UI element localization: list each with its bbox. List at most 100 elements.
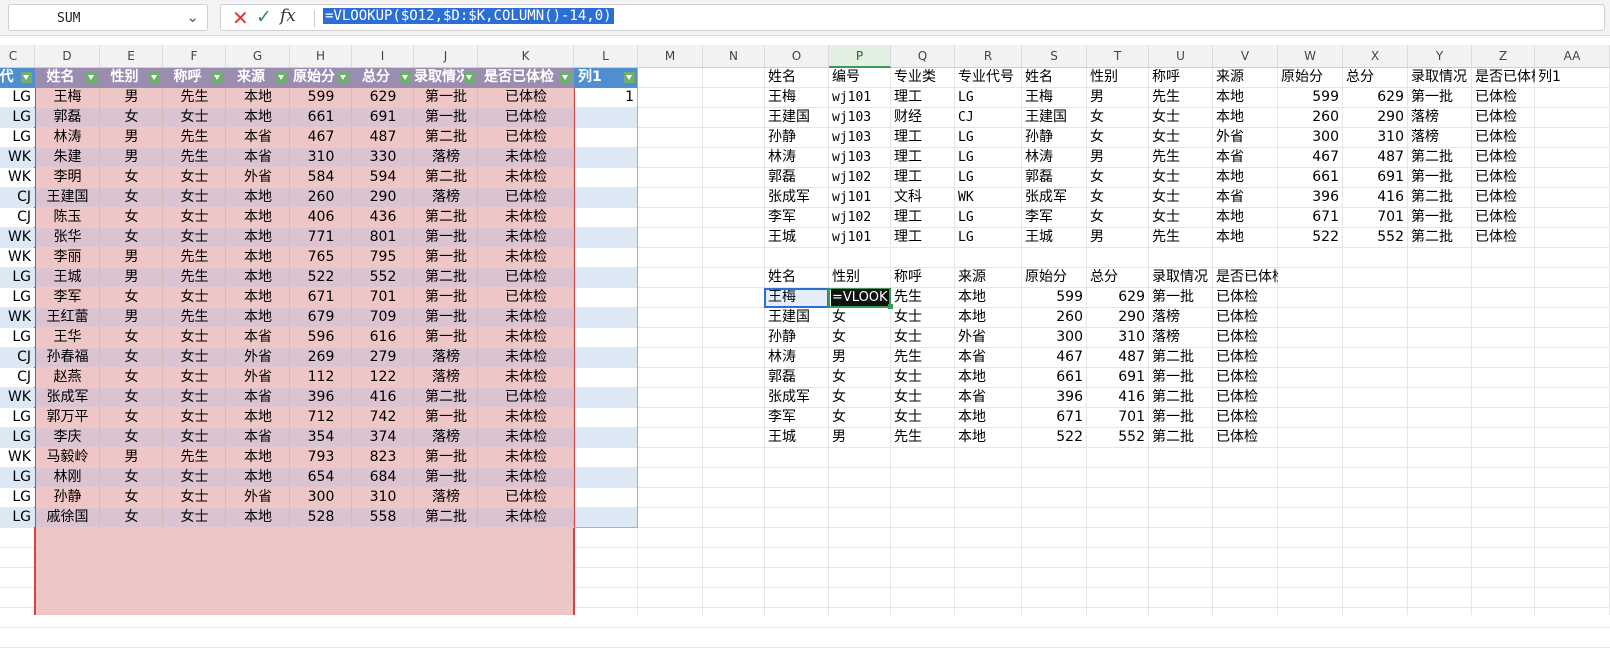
table1-cell[interactable]: 陈玉 — [35, 208, 100, 228]
table1-cell[interactable]: 已体检 — [478, 388, 574, 408]
table2-cell[interactable]: 男 — [1087, 148, 1149, 168]
table3-cell[interactable]: 本地 — [955, 368, 1022, 388]
table2-cell[interactable]: 已体检 — [1472, 188, 1535, 208]
table2-header-cell[interactable]: 来源 — [1213, 68, 1278, 88]
table3-cell[interactable]: 467 — [1022, 348, 1087, 368]
table3-cell[interactable]: 女 — [829, 368, 891, 388]
table1-cell[interactable]: 女士 — [163, 228, 226, 248]
filter-icon[interactable] — [276, 72, 287, 83]
table1-cell[interactable]: 第一批 — [414, 468, 478, 488]
column-header-q[interactable]: Q — [891, 45, 955, 68]
table2-cell[interactable]: 本地 — [1213, 168, 1278, 188]
table1-cell[interactable]: WK — [0, 228, 35, 248]
table2-cell[interactable]: LG — [955, 148, 1022, 168]
table2-cell[interactable]: 先生 — [1149, 148, 1213, 168]
table1-header-cell[interactable]: 列1 — [574, 68, 624, 88]
table2-cell[interactable]: 已体检 — [1472, 88, 1535, 108]
enter-icon[interactable]: ✓ — [256, 6, 272, 28]
table2-cell[interactable]: 郭磊 — [1022, 168, 1087, 188]
table3-cell[interactable]: 女 — [829, 408, 891, 428]
table1-cell[interactable]: LG — [0, 268, 35, 288]
table1-cell[interactable]: 第一批 — [414, 228, 478, 248]
table1-cell[interactable]: 本地 — [226, 188, 290, 208]
table1-cell[interactable]: 396 — [290, 388, 352, 408]
column-header-h[interactable]: H — [290, 45, 352, 68]
table2-header-cell[interactable]: 姓名 — [1022, 68, 1087, 88]
table2-cell[interactable]: 522 — [1278, 228, 1343, 248]
table2-cell[interactable]: 落榜 — [1408, 128, 1472, 148]
table1-cell[interactable]: LG — [0, 468, 35, 488]
table1-cell[interactable]: 赵燕 — [35, 368, 100, 388]
table1-cell[interactable]: 599 — [290, 88, 352, 108]
table3-cell[interactable]: 郭磊 — [765, 368, 829, 388]
column-header-d[interactable]: D — [35, 45, 100, 68]
table1-cell[interactable]: 269 — [290, 348, 352, 368]
filter-icon[interactable] — [149, 72, 160, 83]
table1-l-value[interactable]: 1 — [574, 88, 638, 108]
column-header-r[interactable]: R — [955, 45, 1022, 68]
table1-cell[interactable]: LG — [0, 408, 35, 428]
table3-cell[interactable]: 599 — [1022, 288, 1087, 308]
column-header-n[interactable]: N — [703, 45, 765, 68]
table1-cell[interactable]: 771 — [290, 228, 352, 248]
table3-cell[interactable]: 孙静 — [765, 328, 829, 348]
table1-cell[interactable]: 本地 — [226, 288, 290, 308]
table1-cell[interactable]: 女士 — [163, 428, 226, 448]
table2-cell[interactable]: 已体检 — [1472, 208, 1535, 228]
table3-cell[interactable]: 本地 — [955, 408, 1022, 428]
table1-cell[interactable]: 未体检 — [478, 348, 574, 368]
table1-cell[interactable]: WK — [0, 388, 35, 408]
table1-cell[interactable]: 671 — [290, 288, 352, 308]
table1-cell[interactable]: 女士 — [163, 488, 226, 508]
table2-cell[interactable]: 本地 — [1213, 108, 1278, 128]
table1-cell[interactable]: 本地 — [226, 268, 290, 288]
table3-cell[interactable]: 已体检 — [1213, 308, 1278, 328]
table1-cell[interactable]: 王城 — [35, 268, 100, 288]
table1-cell[interactable]: 郭磊 — [35, 108, 100, 128]
table2-cell[interactable]: 本地 — [1213, 208, 1278, 228]
table3-cell[interactable]: 300 — [1022, 328, 1087, 348]
table3-cell[interactable]: 女士 — [891, 368, 955, 388]
table3-cell[interactable]: 女 — [829, 388, 891, 408]
table1-cell[interactable]: LG — [0, 288, 35, 308]
table3-header-cell[interactable]: 是否已体检 — [1213, 268, 1278, 288]
table3-cell[interactable]: 男 — [829, 428, 891, 448]
table3-cell[interactable]: 落榜 — [1149, 328, 1213, 348]
table1-cell[interactable]: 594 — [352, 168, 414, 188]
table2-cell[interactable]: 林涛 — [765, 148, 829, 168]
table2-cell[interactable]: 女 — [1087, 108, 1149, 128]
table3-cell[interactable]: 661 — [1022, 368, 1087, 388]
table1-cell[interactable]: 本地 — [226, 448, 290, 468]
table1-cell[interactable]: 女 — [100, 408, 163, 428]
table1-cell[interactable]: 落榜 — [414, 188, 478, 208]
table3-cell[interactable]: 522 — [1022, 428, 1087, 448]
table2-cell[interactable]: 第一批 — [1408, 88, 1472, 108]
filter-icon[interactable] — [464, 72, 475, 83]
table1-cell[interactable]: 679 — [290, 308, 352, 328]
table3-cell[interactable]: 第一批 — [1149, 368, 1213, 388]
table1-cell[interactable]: 本地 — [226, 248, 290, 268]
table2-cell[interactable]: wj102 — [829, 168, 891, 188]
table3-cell[interactable]: 先生 — [891, 348, 955, 368]
table2-cell[interactable]: CJ — [955, 108, 1022, 128]
table1-header-cell[interactable]: 性别 — [100, 68, 149, 88]
table1-cell[interactable]: 戚徐国 — [35, 508, 100, 528]
table2-cell[interactable]: 孙静 — [1022, 128, 1087, 148]
table1-cell[interactable]: 未体检 — [478, 308, 574, 328]
table1-cell[interactable]: 第一批 — [414, 288, 478, 308]
table3-cell[interactable]: 已体检 — [1213, 328, 1278, 348]
table2-cell[interactable]: 310 — [1343, 128, 1408, 148]
table1-cell[interactable]: 300 — [290, 488, 352, 508]
column-header-f[interactable]: F — [163, 45, 226, 68]
table1-cell[interactable]: WK — [0, 168, 35, 188]
table3-cell[interactable]: 310 — [1087, 328, 1149, 348]
column-header-m[interactable]: M — [638, 45, 703, 68]
table2-cell[interactable]: 理工 — [891, 148, 955, 168]
table2-cell[interactable]: 女士 — [1149, 168, 1213, 188]
table3-cell[interactable]: 王城 — [765, 428, 829, 448]
table2-header-cell[interactable]: 专业代号 — [955, 68, 1022, 88]
table1-cell[interactable]: 第一批 — [414, 448, 478, 468]
column-header-w[interactable]: W — [1278, 45, 1343, 68]
table1-cell[interactable]: 落榜 — [414, 428, 478, 448]
column-header-v[interactable]: V — [1213, 45, 1278, 68]
